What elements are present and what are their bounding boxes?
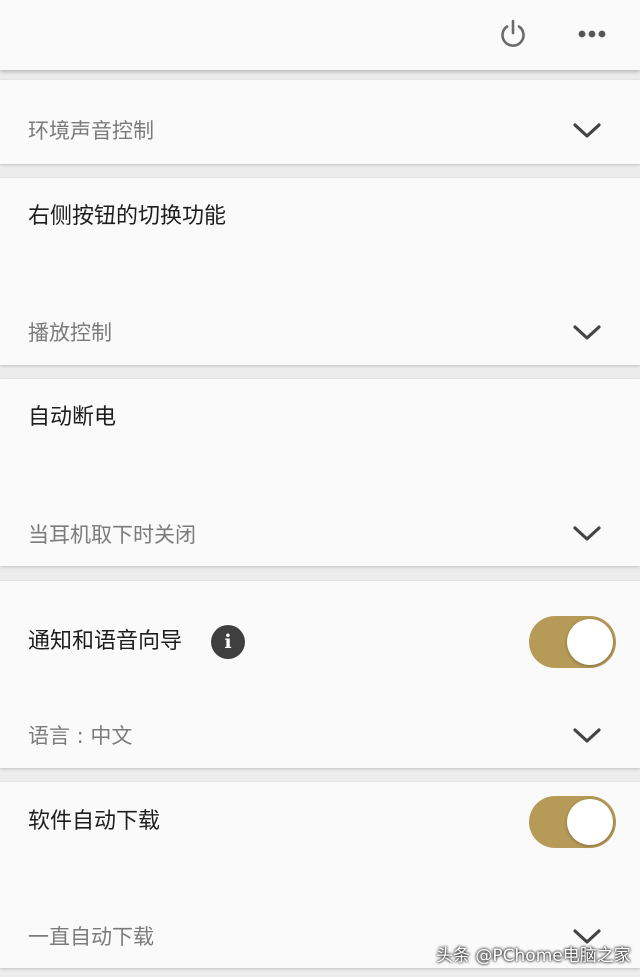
chevron-down-icon[interactable] [570,118,604,144]
ambient-sound-label: 环境声音控制 [28,119,154,143]
right-button-value: 播放控制 [28,321,112,345]
auto-download-toggle[interactable] [529,796,616,848]
toggle-knob [567,799,613,845]
chevron-down-icon[interactable] [570,320,604,346]
language-value: 语言 : 中文 [28,724,133,748]
info-icon[interactable]: i [211,625,245,659]
voice-guide-title: 通知和语音向导 [28,629,183,654]
right-button-card: 右侧按钮的切换功能 播放控制 [0,178,640,365]
auto-download-title: 软件自动下载 [28,809,161,834]
toggle-knob [567,619,613,665]
auto-download-value: 一直自动下载 [28,925,154,949]
auto-off-title: 自动断电 [28,405,117,430]
auto-off-card: 自动断电 当耳机取下时关闭 [0,379,640,566]
chevron-down-icon[interactable] [570,521,604,547]
chevron-down-icon[interactable] [570,723,604,749]
ambient-sound-card: 环境声音控制 [0,80,640,164]
more-options-icon[interactable] [572,14,612,54]
watermark-text: 头条 @PChome电脑之家 [436,946,631,966]
power-icon[interactable] [493,14,533,54]
top-bar [0,0,640,70]
voice-guide-toggle[interactable] [529,616,616,668]
auto-off-value: 当耳机取下时关闭 [28,523,196,547]
right-button-title: 右侧按钮的切换功能 [28,204,227,229]
voice-guide-card: 通知和语音向导 i 语言 : 中文 [0,581,640,768]
